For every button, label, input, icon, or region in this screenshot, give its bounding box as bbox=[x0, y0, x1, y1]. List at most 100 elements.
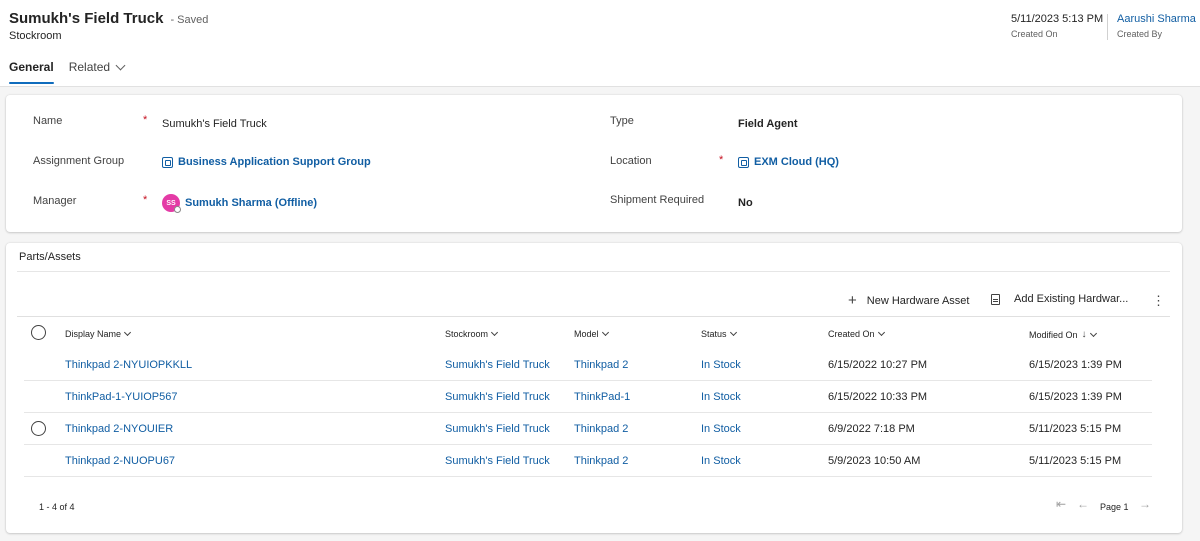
column-header-created-on[interactable]: Created On bbox=[828, 328, 885, 339]
next-page-icon[interactable]: → bbox=[1139, 497, 1151, 511]
plus-icon: + bbox=[848, 292, 857, 309]
column-header-label: Status bbox=[701, 329, 727, 339]
column-header-label: Stockroom bbox=[445, 329, 489, 339]
location-icon bbox=[738, 156, 749, 168]
avatar-initials: SS bbox=[166, 199, 176, 207]
new-hardware-asset-label: New Hardware Asset bbox=[866, 294, 970, 307]
general-section: Name * Sumukh's Field Truck Assignment G… bbox=[6, 95, 1182, 232]
team-icon bbox=[162, 156, 173, 168]
table-row[interactable]: Thinkpad 2-NUOPU67 Sumukh's Field Truck … bbox=[24, 445, 1152, 477]
column-header-stockroom[interactable]: Stockroom bbox=[445, 328, 499, 339]
stockroom-link[interactable]: Sumukh's Field Truck bbox=[445, 359, 550, 371]
model-link[interactable]: ThinkPad-1 bbox=[574, 391, 630, 403]
column-header-label: Created On bbox=[828, 329, 875, 339]
required-marker: * bbox=[143, 194, 148, 206]
stockroom-link[interactable]: Sumukh's Field Truck bbox=[445, 455, 550, 467]
column-header-status[interactable]: Status bbox=[701, 328, 737, 339]
presence-offline-icon bbox=[174, 206, 181, 213]
title-row: Sumukh's Field Truck - Saved bbox=[9, 10, 208, 27]
status-link[interactable]: In Stock bbox=[701, 359, 741, 371]
entity-name: Stockroom bbox=[9, 30, 62, 42]
created-by-link[interactable]: Aarushi Sharma bbox=[1117, 13, 1196, 25]
assignment-group-value: Business Application Support Group bbox=[178, 156, 371, 168]
previous-page-icon[interactable]: ← bbox=[1077, 497, 1089, 511]
location-label: Location bbox=[610, 155, 652, 167]
chevron-down-icon bbox=[1089, 329, 1097, 337]
display-name-link[interactable]: ThinkPad-1-YUIOP567 bbox=[65, 391, 178, 403]
chevron-down-icon bbox=[877, 328, 885, 337]
table-row[interactable]: ThinkPad-1-YUIOP567 Sumukh's Field Truck… bbox=[24, 381, 1152, 413]
display-name-link[interactable]: Thinkpad 2-NYOUIER bbox=[65, 423, 173, 435]
column-header-label: Display Name bbox=[65, 329, 122, 339]
page-title: Sumukh's Field Truck bbox=[9, 10, 164, 27]
created-on-block: 5/11/2023 5:13 PM Created On bbox=[1011, 13, 1103, 39]
display-name-link[interactable]: Thinkpad 2-NUOPU67 bbox=[65, 455, 175, 467]
created-on-cell: 5/9/2023 10:50 AM bbox=[828, 455, 921, 467]
created-on-value: 5/11/2023 5:13 PM bbox=[1011, 13, 1104, 25]
header-divider bbox=[1107, 14, 1108, 40]
required-marker: * bbox=[143, 114, 148, 126]
new-hardware-asset-button[interactable]: + New Hardware Asset bbox=[848, 293, 969, 308]
manager-label: Manager bbox=[33, 195, 77, 207]
assignment-group-label: Assignment Group bbox=[33, 155, 125, 167]
shipment-required-label: Shipment Required bbox=[610, 194, 705, 206]
save-status: - Saved bbox=[170, 14, 209, 26]
modified-on-cell: 6/15/2023 1:39 PM bbox=[1029, 359, 1122, 371]
display-name-link[interactable]: Thinkpad 2-NYUIOPKKLL bbox=[65, 359, 192, 371]
tab-general-label: General bbox=[9, 60, 54, 74]
row-select-checkbox[interactable] bbox=[31, 421, 46, 436]
chevron-down-icon bbox=[729, 328, 737, 337]
add-existing-icon bbox=[991, 293, 1000, 305]
created-on-cell: 6/9/2022 7:18 PM bbox=[828, 423, 915, 435]
model-link[interactable]: Thinkpad 2 bbox=[574, 455, 628, 467]
chevron-down-icon bbox=[123, 328, 132, 337]
name-field[interactable]: Sumukh's Field Truck bbox=[162, 118, 267, 130]
created-on-cell: 6/15/2022 10:33 PM bbox=[828, 391, 928, 403]
stockroom-link[interactable]: Sumukh's Field Truck bbox=[445, 391, 550, 403]
tab-related[interactable]: Related bbox=[68, 60, 126, 74]
modified-on-cell: 6/15/2023 1:39 PM bbox=[1029, 391, 1122, 403]
type-label: Type bbox=[610, 115, 634, 127]
tab-list: General Related bbox=[9, 60, 139, 84]
column-header-label: Modified On bbox=[1029, 329, 1078, 340]
created-on-cell: 6/15/2022 10:27 PM bbox=[828, 359, 928, 371]
column-header-display-name[interactable]: Display Name bbox=[65, 328, 132, 339]
status-link[interactable]: In Stock bbox=[701, 391, 741, 403]
model-link[interactable]: Thinkpad 2 bbox=[574, 359, 628, 371]
required-marker: * bbox=[719, 154, 724, 166]
select-all-checkbox[interactable] bbox=[31, 325, 46, 340]
add-existing-label: Add Existing Hardwar... bbox=[1014, 293, 1129, 305]
column-header-label: Model bbox=[574, 329, 599, 339]
column-header-modified-on[interactable]: Modified On ↓ bbox=[1029, 329, 1097, 340]
model-link[interactable]: Thinkpad 2 bbox=[574, 423, 628, 435]
tab-related-label: Related bbox=[68, 60, 111, 74]
type-field[interactable]: Field Agent bbox=[738, 118, 797, 130]
table-row[interactable]: Thinkpad 2-NYUIOPKKLL Sumukh's Field Tru… bbox=[24, 349, 1152, 381]
table-row[interactable]: Thinkpad 2-NYOUIER Sumukh's Field Truck … bbox=[24, 413, 1152, 445]
created-by-block: Aarushi Sharma Created By bbox=[1117, 13, 1196, 39]
divider bbox=[17, 316, 1170, 317]
shipment-required-field[interactable]: No bbox=[738, 197, 753, 209]
column-header-model[interactable]: Model bbox=[574, 328, 609, 339]
sort-descending-icon: ↓ bbox=[1081, 329, 1087, 340]
chevron-down-icon bbox=[115, 60, 126, 70]
avatar: SS bbox=[162, 194, 181, 213]
tab-general[interactable]: General bbox=[9, 60, 54, 84]
created-on-label: Created On bbox=[1011, 29, 1058, 39]
assignment-group-lookup[interactable]: Business Application Support Group bbox=[162, 156, 371, 168]
status-link[interactable]: In Stock bbox=[701, 455, 741, 467]
location-lookup[interactable]: EXM Cloud (HQ) bbox=[738, 156, 839, 168]
parts-assets-subgrid: Parts/Assets + New Hardware Asset Add Ex… bbox=[6, 243, 1182, 533]
name-label: Name bbox=[33, 115, 63, 127]
created-by-label: Created By bbox=[1117, 29, 1163, 39]
modified-on-cell: 5/11/2023 5:15 PM bbox=[1029, 423, 1122, 435]
stockroom-link[interactable]: Sumukh's Field Truck bbox=[445, 423, 550, 435]
first-page-icon[interactable]: ⇤ bbox=[1056, 497, 1066, 511]
status-link[interactable]: In Stock bbox=[701, 423, 741, 435]
manager-lookup[interactable]: SS Sumukh Sharma (Offline) bbox=[162, 194, 317, 213]
chevron-down-icon bbox=[601, 328, 609, 337]
record-header: Sumukh's Field Truck - Saved Stockroom 5… bbox=[0, 0, 1200, 87]
more-commands-icon[interactable]: ⋮ bbox=[1152, 293, 1165, 309]
add-existing-hardware-button[interactable]: Add Existing Hardwar... bbox=[991, 293, 1128, 305]
divider bbox=[17, 271, 1170, 272]
